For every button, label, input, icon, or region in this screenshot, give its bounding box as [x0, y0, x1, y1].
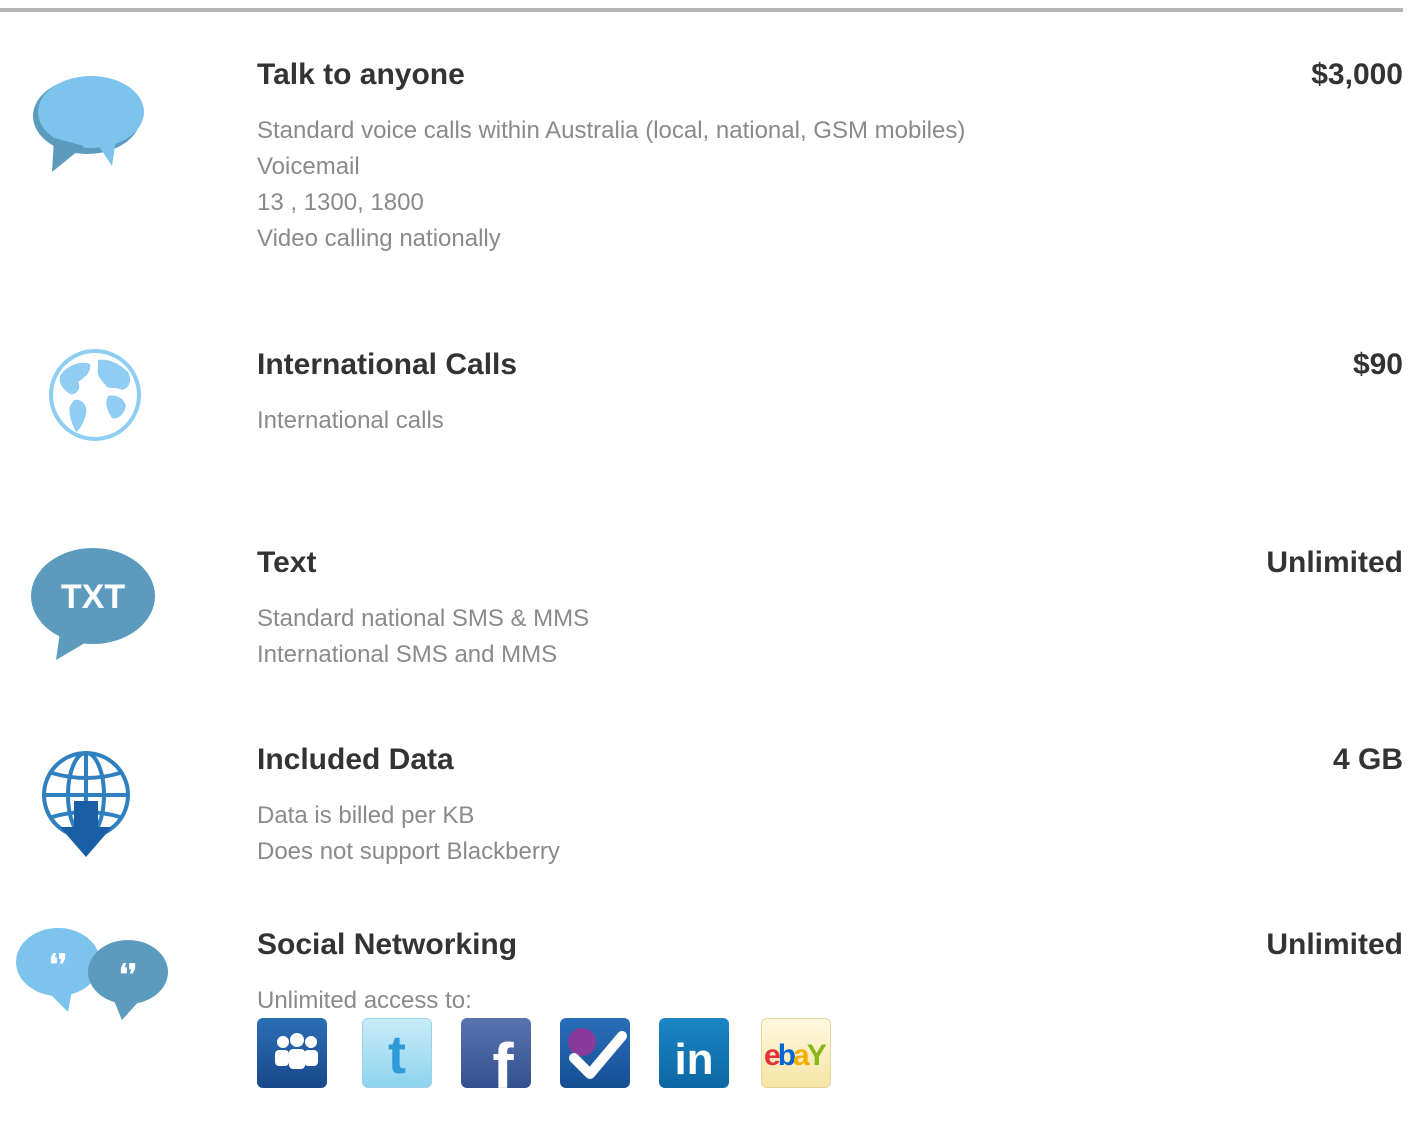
feature-value: Unlimited — [1266, 546, 1403, 579]
speech-bubble-icon — [28, 68, 146, 181]
description-line: 13 , 1300, 1800 — [257, 189, 424, 216]
feature-description: Unlimited access to: — [257, 983, 472, 1019]
foursquare-icon[interactable] — [560, 1018, 630, 1088]
feature-description: Data is billed per KB Does not support B… — [257, 798, 560, 870]
txt-bubble-icon: TXT — [30, 546, 156, 667]
feature-value: 4 GB — [1332, 743, 1403, 776]
twitter-icon[interactable]: t — [362, 1018, 432, 1088]
feature-description: Standard voice calls within Australia (l… — [257, 113, 965, 257]
feature-data: Included Data 4 GB Data is billed per KB… — [0, 743, 1403, 873]
svg-text:ebaY: ebaY — [764, 1039, 827, 1072]
description-line: Unlimited access to: — [257, 987, 472, 1014]
svg-text:❛❜: ❛❜ — [49, 949, 67, 980]
feature-title: Text — [257, 546, 317, 579]
feature-title: Included Data — [257, 743, 454, 776]
feature-text: TXT Text Unlimited Standard national SMS… — [0, 546, 1403, 676]
top-divider — [0, 8, 1403, 12]
svg-text:in: in — [674, 1035, 713, 1084]
linkedin-icon[interactable]: in — [659, 1018, 729, 1088]
feature-talk: Talk to anyone $3,000 Standard voice cal… — [0, 58, 1403, 258]
feature-title: International Calls — [257, 348, 518, 381]
ebay-icon[interactable]: ebaY — [761, 1018, 831, 1088]
data-download-globe-icon — [40, 745, 132, 864]
feature-title: Talk to anyone — [257, 58, 465, 91]
feature-description: Standard national SMS & MMS Internationa… — [257, 601, 589, 673]
description-line: Standard national SMS & MMS — [257, 605, 590, 632]
social-network-icons: t f in ebaY — [257, 1018, 837, 1088]
feature-international: International Calls $90 International ca… — [0, 348, 1403, 458]
description-line: Voicemail — [257, 153, 360, 180]
feature-description: International calls — [257, 403, 444, 439]
description-line: Data is billed per KB — [257, 802, 475, 829]
svg-text:t: t — [388, 1025, 406, 1085]
svg-text:❛❜: ❛❜ — [119, 959, 137, 990]
feature-social: ❛❜ ❛❜ Social Networking Unlimited Unlimi… — [0, 928, 1403, 1108]
social-chat-bubbles-icon: ❛❜ ❛❜ — [8, 922, 172, 1027]
description-line: Video calling nationally — [257, 225, 501, 252]
myspace-icon[interactable] — [257, 1018, 327, 1088]
feature-value: $3,000 — [1311, 58, 1403, 91]
facebook-icon[interactable]: f — [461, 1018, 531, 1088]
svg-text:f: f — [492, 1030, 514, 1088]
description-line: Standard voice calls within Australia (l… — [257, 117, 966, 144]
description-line: International SMS and MMS — [257, 641, 558, 668]
description-line: International calls — [257, 407, 444, 434]
txt-bubble-label: TXT — [61, 578, 125, 616]
description-line: Does not support Blackberry — [257, 838, 560, 865]
feature-value: $90 — [1352, 348, 1403, 381]
feature-value: Unlimited — [1266, 928, 1403, 961]
world-globe-icon — [46, 348, 144, 447]
feature-title: Social Networking — [257, 928, 518, 961]
